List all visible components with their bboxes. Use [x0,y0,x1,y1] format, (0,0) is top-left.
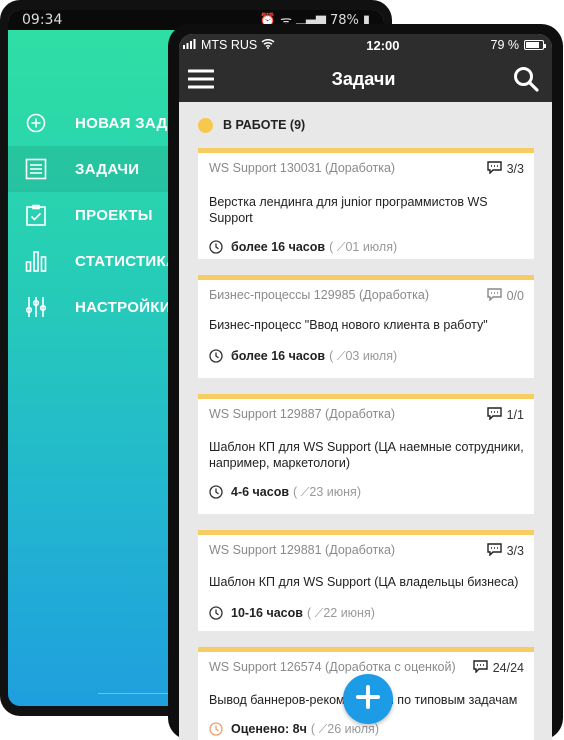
task-meta: 4-6 часов ( ⟋ 23 июня ) [209,483,524,501]
comment-icon [486,543,502,559]
plus-circle-icon [24,111,48,135]
task-header: WS Support 129887 (Доработка) 1/1 [209,407,524,423]
task-duration: более 16 часов [231,349,326,363]
signal-bars-icon [183,38,197,52]
battery-icon [524,40,546,50]
task-date-suffix: ) [374,722,379,736]
comment-count: 24/24 [492,661,524,675]
task-date-prefix: ( ⟋ [310,721,328,736]
battery-percent: 79 % [490,38,520,52]
hamburger-menu-icon[interactable] [187,65,215,93]
task-date: 26 июля [327,722,375,736]
task-meta: 10-16 часов ( ⟋ 22 июня ) [209,604,524,622]
ios-time: 12:00 [366,37,400,53]
section-header: В РАБОТЕ (9) [198,102,534,148]
app-bar: Задачи [179,56,552,102]
task-date: 22 июня [323,606,371,620]
task-comments: 3/3 [486,543,524,559]
ios-battery: 79 % [490,38,546,52]
task-project: WS Support 129887 (Доработка) [209,407,396,421]
menu-item-label: СТАТИСТИКА [75,252,178,270]
comment-icon [486,161,502,177]
task-project: Бизнес-процессы 129985 (Доработка) [209,288,430,302]
clock-icon [209,349,223,363]
comment-icon [473,660,488,676]
task-date-suffix: ) [356,485,361,499]
page-title: Задачи [331,68,396,89]
task-name: Бизнес-процесс "Ввод нового клиента в ра… [209,318,488,332]
task-meta: более 16 часов ( ⟋ 01 июля ) [209,238,524,256]
task-date: 01 июля [345,240,393,254]
ios-phone-frame: MTS RUS 12:00 79 % Задачи В РАБОТЕ (9) W… [168,24,563,740]
menu-item-label: ПРОЕКТЫ [75,206,153,224]
android-status-time: 09:34 [22,12,63,28]
menu-item-label: ЗАДАЧИ [75,160,140,178]
task-date: 03 июля [345,349,393,363]
task-date-suffix: ) [370,606,375,620]
task-date: 23 июня [309,485,357,499]
comment-count: 3/3 [506,544,524,558]
task-name: Шаблон КП для WS Support (ЦА владельцы б… [209,575,519,589]
task-card[interactable]: WS Support 129881 (Доработка) 3/3 Шаблон… [198,530,534,631]
clipboard-check-icon [24,203,48,227]
task-duration: более 16 часов [231,240,326,254]
bar-chart-icon [24,249,48,273]
menu-item-label: НАСТРОЙКИ [75,298,171,316]
clock-icon [209,722,223,736]
task-date-prefix: ( ⟋ [293,484,310,499]
task-header: Бизнес-процессы 129985 (Доработка) 0/0 [209,288,524,304]
task-comments: 3/3 [486,161,524,177]
comment-count: 0/0 [506,289,524,303]
task-duration: Оценено: 8ч [231,722,307,736]
task-card[interactable]: WS Support 129887 (Доработка) 1/1 Шаблон… [198,394,534,514]
wifi-icon [261,38,275,52]
comment-icon [486,288,502,304]
sliders-icon [24,295,48,319]
task-header: WS Support 129881 (Доработка) 3/3 [209,543,524,559]
status-dot-icon [198,117,213,133]
task-name: Шаблон КП для WS Support (ЦА наемные сот… [209,440,524,470]
task-card[interactable]: WS Support 130031 (Доработка) 3/3 Верстк… [198,148,534,259]
task-date-suffix: ) [392,349,398,363]
clock-icon [209,606,223,620]
plus-icon [356,684,380,714]
task-name: Верстка лендинга для junior программисто… [209,195,488,225]
task-duration: 10-16 часов [231,606,303,620]
task-date-prefix: ( ⟋ [306,605,324,620]
task-meta: более 16 часов ( ⟋ 03 июля ) [209,347,524,365]
task-comments: 1/1 [486,407,524,423]
task-date-prefix: ( ⟋ [329,239,346,254]
task-card[interactable]: Бизнес-процессы 129985 (Доработка) 0/0 Б… [198,275,534,378]
clock-icon [209,485,223,499]
task-list: В РАБОТЕ (9) WS Support 130031 (Доработк… [179,102,552,740]
clock-icon [209,240,223,254]
task-project: WS Support 130031 (Доработка) [209,161,396,175]
list-icon [24,157,48,181]
task-date-prefix: ( ⟋ [329,348,346,363]
task-duration: 4-6 часов [231,485,290,499]
ios-screen: MTS RUS 12:00 79 % Задачи В РАБОТЕ (9) W… [179,34,552,740]
comment-count: 1/1 [506,408,524,422]
ios-status-bar: MTS RUS 12:00 79 % [179,34,552,56]
task-project: WS Support 129881 (Доработка) [209,543,396,557]
task-comments: 0/0 [486,288,524,304]
section-title: В РАБОТЕ (9) [223,118,306,132]
task-header: WS Support 130031 (Доработка) 3/3 [209,161,524,177]
task-date-suffix: ) [392,240,398,254]
comment-count: 3/3 [506,162,524,176]
carrier-name: MTS RUS [201,38,258,52]
ios-carrier: MTS RUS [183,38,275,52]
comment-icon [486,407,502,423]
add-task-button[interactable] [343,674,393,724]
task-comments: 24/24 [473,660,524,676]
search-icon[interactable] [512,65,540,93]
task-project: WS Support 126574 (Доработка с оценкой) [209,660,456,674]
